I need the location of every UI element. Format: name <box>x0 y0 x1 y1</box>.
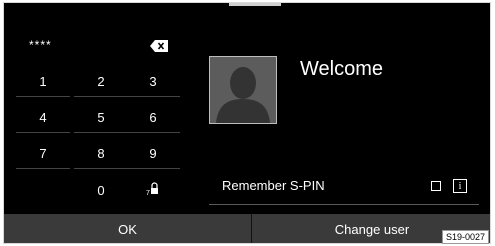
pin-display: **** <box>29 38 52 52</box>
key-5[interactable]: 5 <box>74 103 128 133</box>
key-3[interactable]: 3 <box>126 67 180 97</box>
svg-text:7: 7 <box>146 190 150 196</box>
figure-code-label: S19-0027 <box>441 230 489 244</box>
remember-spin-row: Remember S-PIN i <box>209 169 479 205</box>
bottom-action-bar: OK Change user <box>4 214 490 243</box>
key-7[interactable]: 7 <box>16 139 70 169</box>
key-1[interactable]: 1 <box>16 67 70 97</box>
key-0[interactable]: 0 <box>74 175 128 205</box>
key-6[interactable]: 6 <box>126 103 180 133</box>
ok-button[interactable]: OK <box>4 214 251 243</box>
backspace-icon[interactable] <box>150 39 168 52</box>
screen-notch <box>229 3 281 6</box>
info-icon[interactable]: i <box>453 179 467 193</box>
key-2[interactable]: 2 <box>74 67 128 97</box>
lock-key-button[interactable]: 7 <box>126 175 180 205</box>
welcome-text: Welcome <box>300 58 383 80</box>
checkbox-icon[interactable] <box>431 181 441 191</box>
key-8[interactable]: 8 <box>74 139 128 169</box>
key-4[interactable]: 4 <box>16 103 70 133</box>
user-avatar-icon[interactable] <box>209 56 277 124</box>
login-screen: **** 1 2 3 4 5 6 7 8 9 0 7 Welcome Remem… <box>3 2 491 244</box>
key-9[interactable]: 9 <box>126 139 180 169</box>
remember-spin-label: Remember S-PIN <box>222 178 325 193</box>
lock-icon: 7 <box>146 181 160 199</box>
